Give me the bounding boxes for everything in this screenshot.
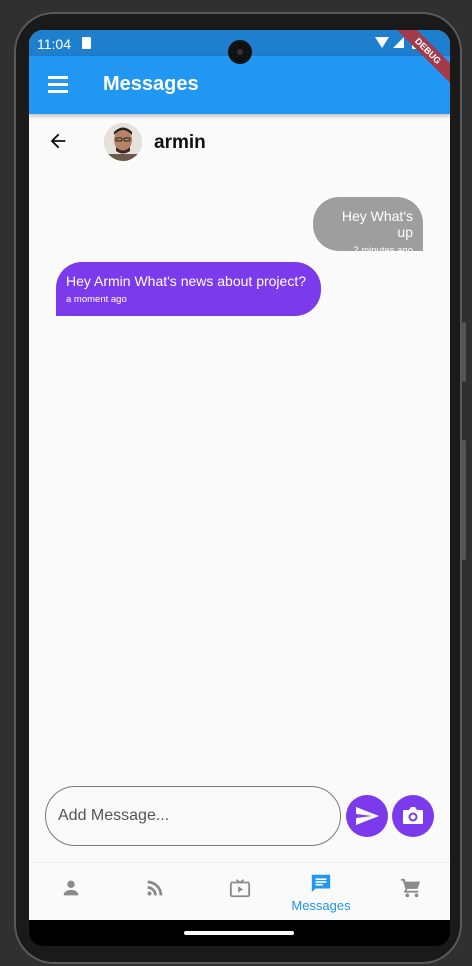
- cart-icon: [400, 878, 421, 898]
- back-arrow-icon[interactable]: [47, 130, 69, 152]
- nav-label-messages: Messages: [291, 898, 351, 913]
- bottom-navigation: Messages: [29, 862, 450, 920]
- sd-card-icon: [82, 37, 91, 49]
- nav-item-feed[interactable]: [113, 863, 197, 920]
- message-text: Hey Armin What's news about project?: [66, 273, 307, 289]
- nav-item-messages[interactable]: Messages: [279, 863, 363, 920]
- outgoing-message-bubble: Hey What's up 2 minutes ago: [313, 197, 423, 256]
- message-text: Hey What's up: [341, 208, 413, 240]
- nav-item-profile[interactable]: [29, 863, 113, 920]
- power-button: [462, 440, 466, 560]
- contact-name: armin: [154, 132, 206, 153]
- app-screen: 11:04 DEBUG Messages armin Hey What's up…: [29, 30, 450, 920]
- rss-feed-icon: [147, 880, 163, 896]
- system-navigation-bar: [29, 920, 450, 946]
- front-camera: [228, 40, 252, 64]
- incoming-message-bubble: Hey Armin What's news about project? a m…: [56, 262, 321, 316]
- nav-item-cart[interactable]: [369, 863, 450, 920]
- message-timestamp: 2 minutes ago: [353, 245, 413, 256]
- send-icon: [356, 807, 379, 825]
- status-time: 11:04: [37, 36, 71, 52]
- live-tv-icon: [229, 879, 251, 898]
- person-icon: [63, 880, 79, 896]
- camera-icon: [403, 807, 423, 824]
- message-timestamp: a moment ago: [66, 294, 127, 305]
- app-bar: Messages: [29, 56, 450, 114]
- volume-button: [462, 322, 466, 382]
- message-icon: [311, 874, 331, 893]
- menu-icon[interactable]: [48, 76, 68, 93]
- nav-item-tv[interactable]: [197, 863, 281, 920]
- message-input[interactable]: [45, 786, 341, 846]
- home-indicator[interactable]: [184, 931, 294, 935]
- camera-button[interactable]: [392, 795, 434, 837]
- wifi-icon: [375, 37, 389, 48]
- message-composer: [29, 785, 450, 847]
- page-title: Messages: [103, 73, 199, 95]
- signal-icon: [393, 37, 404, 48]
- chat-header: armin: [29, 114, 450, 170]
- send-button[interactable]: [346, 795, 388, 837]
- avatar[interactable]: [104, 123, 142, 161]
